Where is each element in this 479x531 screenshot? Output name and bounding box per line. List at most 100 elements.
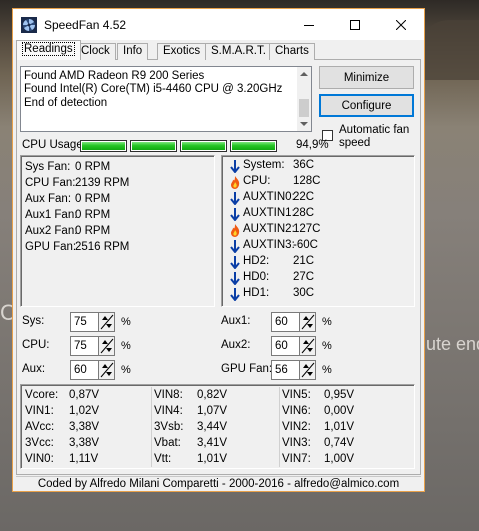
tab-smart[interactable]: S.M.A.R.T. — [205, 43, 272, 60]
fan-row: Sys Fan: 0 RPM — [25, 161, 110, 173]
voltage-row: VIN7: — [282, 453, 311, 465]
voltage-value: 0,74V — [324, 437, 355, 449]
maximize-window-button[interactable] — [332, 9, 378, 40]
spinner-updown-icon[interactable] — [99, 337, 115, 355]
detection-log[interactable]: Found AMD Radeon R9 200 Series Found Int… — [20, 66, 312, 132]
temp-value: 21C — [293, 255, 315, 267]
close-window-button[interactable] — [378, 9, 424, 40]
spinner-updown-icon[interactable] — [300, 313, 316, 331]
scroll-thumb[interactable] — [299, 99, 309, 117]
voltage-value: 0,00V — [324, 405, 355, 417]
percent-unit: % — [121, 316, 131, 328]
minimize-button[interactable]: Minimize — [319, 66, 414, 89]
speedfan-window: SpeedFan 4.52 Readings Clock Info Exotic… — [12, 8, 425, 492]
fan-row: Aux2 Fan:0 RPM — [25, 225, 110, 237]
configure-button[interactable]: Configure — [319, 94, 414, 117]
speedfan-app-icon — [21, 17, 37, 33]
fan-value: 0 RPM — [75, 209, 111, 221]
spinner-arrows[interactable] — [98, 361, 114, 379]
log-line: Found Intel(R) Core(TM) i5-4460 CPU @ 3.… — [24, 83, 283, 96]
temp-value: -60C — [293, 239, 318, 251]
maximize-icon — [350, 19, 360, 30]
spinner-arrows[interactable] — [299, 337, 315, 355]
cpu-core-bar — [230, 140, 277, 152]
spinner-updown-icon[interactable] — [99, 361, 115, 379]
speed-label: Sys: — [22, 315, 45, 327]
temp-value: 36C — [293, 159, 315, 171]
spinner-updown-icon[interactable] — [99, 313, 115, 331]
gpu-speed-spinner[interactable]: 56 — [271, 360, 316, 380]
scroll-down-icon[interactable] — [300, 122, 308, 126]
voltage-value: 0,87V — [69, 389, 100, 401]
spinner-updown-icon[interactable] — [300, 337, 316, 355]
spinner-arrows[interactable] — [98, 313, 114, 331]
spinner-value[interactable]: 60 — [275, 316, 288, 328]
voltage-name: Vtt: — [154, 453, 172, 465]
spinner-value[interactable]: 75 — [74, 340, 87, 352]
log-scrollbar[interactable] — [297, 67, 311, 131]
tab-readings[interactable]: Readings — [16, 40, 81, 60]
percent-unit: % — [322, 340, 332, 352]
speed-row-aux: Aux: 60 % — [22, 360, 152, 380]
spinner-value[interactable]: 75 — [74, 316, 87, 328]
voltage-row: VIN1: — [25, 405, 54, 417]
voltage-value: 0,82V — [197, 389, 228, 401]
automatic-fan-speed-label[interactable]: Automatic fan speed — [339, 124, 419, 150]
speed-row-gpu: GPU Fan: 56 % — [221, 360, 351, 380]
fan-name: CPU Fan: — [25, 177, 76, 189]
minimize-window-button[interactable] — [286, 9, 332, 40]
status-bar: Coded by Alfredo Milani Comparetti - 200… — [16, 476, 421, 490]
tab-exotics[interactable]: Exotics — [157, 43, 207, 60]
fan-value: 0 RPM — [75, 161, 111, 173]
voltage-value: 0,95V — [324, 389, 355, 401]
speed-label: GPU Fan: — [221, 363, 273, 375]
voltage-row: VIN0: — [25, 453, 54, 465]
down-arrow-icon — [230, 256, 240, 269]
title-bar[interactable]: SpeedFan 4.52 — [13, 9, 424, 40]
spinner-updown-icon[interactable] — [300, 361, 316, 379]
cpu-speed-spinner[interactable]: 75 — [70, 336, 115, 356]
cpu-core-bar — [180, 140, 227, 152]
temp-name: AUXTIN3: — [243, 239, 295, 251]
aux-speed-spinner[interactable]: 60 — [70, 360, 115, 380]
voltage-row: VIN6: — [282, 405, 311, 417]
close-icon — [396, 19, 406, 30]
down-arrow-icon — [230, 192, 240, 205]
fan-row: Aux Fan: 0 RPM — [25, 193, 110, 205]
voltage-value: 3,41V — [197, 437, 228, 449]
voltage-name: Vbat: — [154, 437, 181, 449]
voltage-name: AVcc: — [25, 421, 55, 433]
aux1-speed-spinner[interactable]: 60 — [271, 312, 316, 332]
spinner-value[interactable]: 56 — [275, 364, 288, 376]
down-arrow-icon — [230, 240, 240, 253]
temp-name: AUXTIN0: — [243, 191, 295, 203]
down-arrow-icon — [230, 160, 240, 173]
tab-info[interactable]: Info — [117, 43, 149, 60]
percent-unit: % — [322, 364, 332, 376]
fan-name: Aux2 Fan: — [25, 225, 78, 237]
spinner-arrows[interactable] — [299, 361, 315, 379]
voltage-name: VIN2: — [282, 421, 311, 433]
tab-clock[interactable]: Clock — [75, 43, 116, 60]
tab-charts[interactable]: Charts — [269, 43, 315, 60]
temp-name: HD1: — [243, 287, 270, 299]
spinner-arrows[interactable] — [98, 337, 114, 355]
voltage-name: VIN8: — [154, 389, 183, 401]
tab-readings-label: Readings — [22, 42, 75, 56]
spinner-value[interactable]: 60 — [74, 364, 87, 376]
temp-name: HD0: — [243, 271, 270, 283]
desktop-wallpaper-hill — [419, 20, 479, 80]
voltage-name: VIN1: — [25, 405, 54, 417]
voltage-value: 1,02V — [69, 405, 100, 417]
scroll-up-icon[interactable] — [300, 72, 308, 76]
speed-row-cpu: CPU: 75 % — [22, 336, 152, 356]
sys-speed-spinner[interactable]: 75 — [70, 312, 115, 332]
voltage-name: VIN5: — [282, 389, 311, 401]
spinner-value[interactable]: 60 — [275, 340, 288, 352]
aux2-speed-spinner[interactable]: 60 — [271, 336, 316, 356]
spinner-arrows[interactable] — [299, 313, 315, 331]
percent-unit: % — [121, 340, 131, 352]
down-arrow-icon — [230, 288, 240, 301]
column-divider — [279, 387, 280, 467]
fan-value: 2139 RPM — [75, 177, 130, 189]
